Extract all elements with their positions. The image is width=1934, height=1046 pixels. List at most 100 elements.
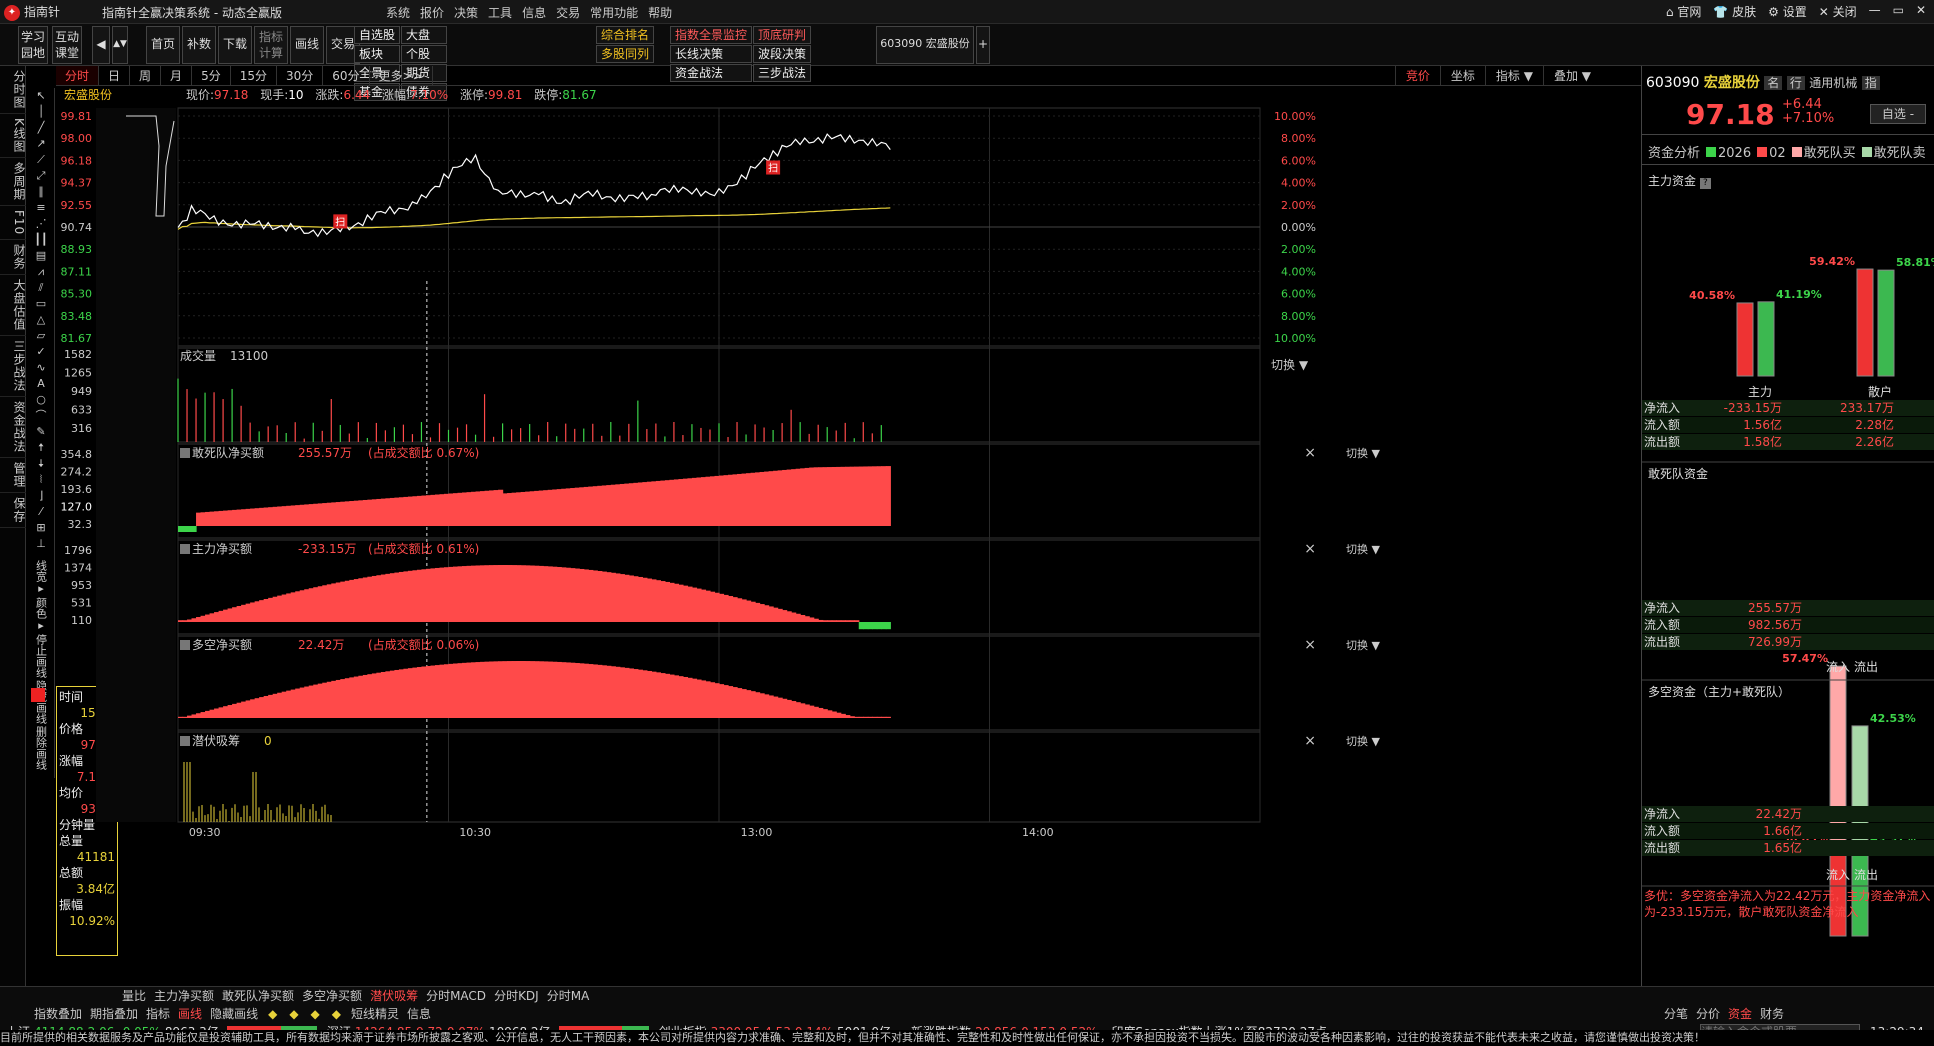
scan-marker[interactable]: 扫 [333,214,348,229]
brush-icon[interactable]: ⦚ [27,472,55,488]
circle-icon[interactable]: ○ [27,392,55,408]
nav-0[interactable]: 分时图 [0,66,26,114]
help-icon[interactable] [180,736,190,746]
hbars-icon[interactable]: ▤ [27,248,55,264]
rp-index-button[interactable]: 指 [1861,76,1880,90]
nav-8[interactable]: 管理 [0,458,26,494]
triangle-icon[interactable]: △ [27,312,55,328]
down-arrow-icon[interactable]: 🠇 [27,456,55,472]
indicator-calc-button[interactable]: 指标 计算 [254,26,288,64]
group2-btn-0[interactable]: 综合排名 [596,26,655,44]
main_force-switch[interactable]: 切换 ▼ [1346,542,1380,556]
help-icon[interactable] [180,544,190,554]
parallel-icon[interactable]: ∥ [27,184,55,200]
sub-tab-0[interactable]: 分笔 [1660,1005,1692,1023]
group1-btn-2[interactable]: 板块 [354,45,401,63]
group3-btn-0[interactable]: 指数全景监控 [670,26,753,44]
bottom-tab-1[interactable]: 主力净买额 [150,987,218,1005]
bottom-tab2-5[interactable]: 短线精灵 [347,1005,403,1023]
menu-1[interactable]: 报价 [420,4,444,21]
group3-btn-2[interactable]: 长线决策 [670,45,753,63]
close-icon[interactable]: × [1304,541,1316,557]
pencil-icon[interactable]: ✎ [27,424,55,440]
segment-icon[interactable]: ⟋ [27,152,55,168]
nav-7[interactable]: 资金战法 [0,397,26,459]
sub-tab-1[interactable]: 分价 [1692,1005,1724,1023]
menu-6[interactable]: 常用功能 [590,4,638,21]
longshort-switch[interactable]: 切换 ▼ [1346,638,1380,652]
nav-4[interactable]: 财务 [0,240,26,276]
help-icon[interactable] [180,640,190,650]
menu-2[interactable]: 决策 [454,4,478,21]
diamond-icon[interactable]: ◆ [311,1007,320,1021]
nav-1[interactable]: K线图 [0,114,26,158]
scan-marker[interactable]: 扫 [766,160,781,175]
text-icon[interactable]: A [27,376,55,392]
bottom-tab-3[interactable]: 多空净买额 [298,987,366,1005]
gsd-switch[interactable]: 切换 ▼ [1346,446,1380,460]
close-icon[interactable]: × [1304,733,1316,749]
bottom-tab-4[interactable]: 潜伏吸筹 [366,987,422,1005]
bottom-tab2-4[interactable]: 隐藏画线 [206,1005,262,1023]
group1-btn-0[interactable]: 自选股 [354,26,401,44]
check-icon[interactable]: ✓ [27,344,55,360]
channel-icon[interactable]: ⫽ [27,280,55,296]
window-close-icon[interactable]: ✕ [1916,3,1926,20]
color-swatch[interactable] [31,688,45,702]
wave-icon[interactable]: ∿ [27,360,55,376]
download-button[interactable]: 下载 [218,26,252,64]
diamond-icon[interactable]: ◆ [332,1007,341,1021]
menu-3[interactable]: 工具 [488,4,512,21]
ray-icon[interactable]: ↗ [27,136,55,152]
draw-opt-1[interactable]: 颜色▸ [34,597,48,632]
group1-btn-1[interactable]: 大盘 [401,26,448,44]
nav-2[interactable]: 多周期 [0,158,26,206]
group1-btn-3[interactable]: 个股 [401,45,448,63]
bottom-tab-6[interactable]: 分时KDJ [490,987,543,1005]
draw-button[interactable]: 画线 [290,26,324,64]
vline-icon[interactable]: │ [27,104,55,120]
nav-6[interactable]: 三步战法 [0,336,26,398]
menu-7[interactable]: 帮助 [648,4,672,21]
prev-arrow-icon[interactable]: ◀ [92,26,110,64]
bottom-tab-2[interactable]: 敢死队净买额 [218,987,298,1005]
bottom-tab2-1[interactable]: 期指叠加 [86,1005,142,1023]
nav-5[interactable]: 大盘估值 [0,275,26,337]
scroll-arrows-icon[interactable]: ▲▼ [112,26,128,64]
line-icon[interactable]: ╱ [27,120,55,136]
rp-industry-button[interactable]: 行 [1786,76,1805,90]
measure-icon[interactable]: ⊞ [27,520,55,536]
draw-opt-0[interactable]: 线宽▸ [34,560,48,595]
hook-icon[interactable]: ⌋ [27,488,55,504]
stock-box[interactable]: 603090 宏盛股份 [876,26,974,64]
sub-tab-3[interactable]: 财务 [1756,1005,1788,1023]
minimize-icon[interactable]: — [1869,3,1881,20]
help-icon[interactable] [180,448,190,458]
fib-icon[interactable]: ≡ [27,200,55,216]
draw-opt-2[interactable]: 停止画线 [34,634,48,678]
parallelogram-icon[interactable]: ▱ [27,328,55,344]
titlebar-btn-2[interactable]: ⚙ 设置 [1768,3,1807,20]
bottom-tab2-6[interactable]: 信息 [403,1005,435,1023]
group3-btn-3[interactable]: 波段决策 [753,45,812,63]
tee-icon[interactable]: ⊥ [27,536,55,552]
bottom-tab-5[interactable]: 分时MACD [422,987,490,1005]
bottom-tab-7[interactable]: 分时MA [543,987,594,1005]
titlebar-btn-1[interactable]: 👕 皮肤 [1713,3,1756,20]
gann-icon[interactable]: ⋰ [27,216,55,232]
bottom-tab2-3[interactable]: 画线 [174,1005,206,1023]
nav-9[interactable]: 保存 [0,493,26,529]
up-arrow-icon[interactable]: 🠅 [27,440,55,456]
group3-btn-1[interactable]: 顶底研判 [753,26,812,44]
bottom-tab2-0[interactable]: 指数叠加 [30,1005,86,1023]
arc-icon[interactable]: ⌒ [27,408,55,424]
close-icon[interactable]: × [1304,445,1316,461]
draw-opt-4[interactable]: 删除画线 [34,726,48,770]
intraday-chart[interactable]: 99.81 10.00% 98.00 8.00% 96.18 6.00% 94.37 4.00… [56,66,1641,986]
diamond-icon[interactable]: ◆ [268,1007,277,1021]
titlebar-btn-3[interactable]: ✕ 关闭 [1819,3,1857,20]
rect-icon[interactable]: ▭ [27,296,55,312]
add-tab-button[interactable]: + [976,26,990,64]
home-button[interactable]: 首页 [146,26,180,64]
diamond-icon[interactable]: ◆ [289,1007,298,1021]
